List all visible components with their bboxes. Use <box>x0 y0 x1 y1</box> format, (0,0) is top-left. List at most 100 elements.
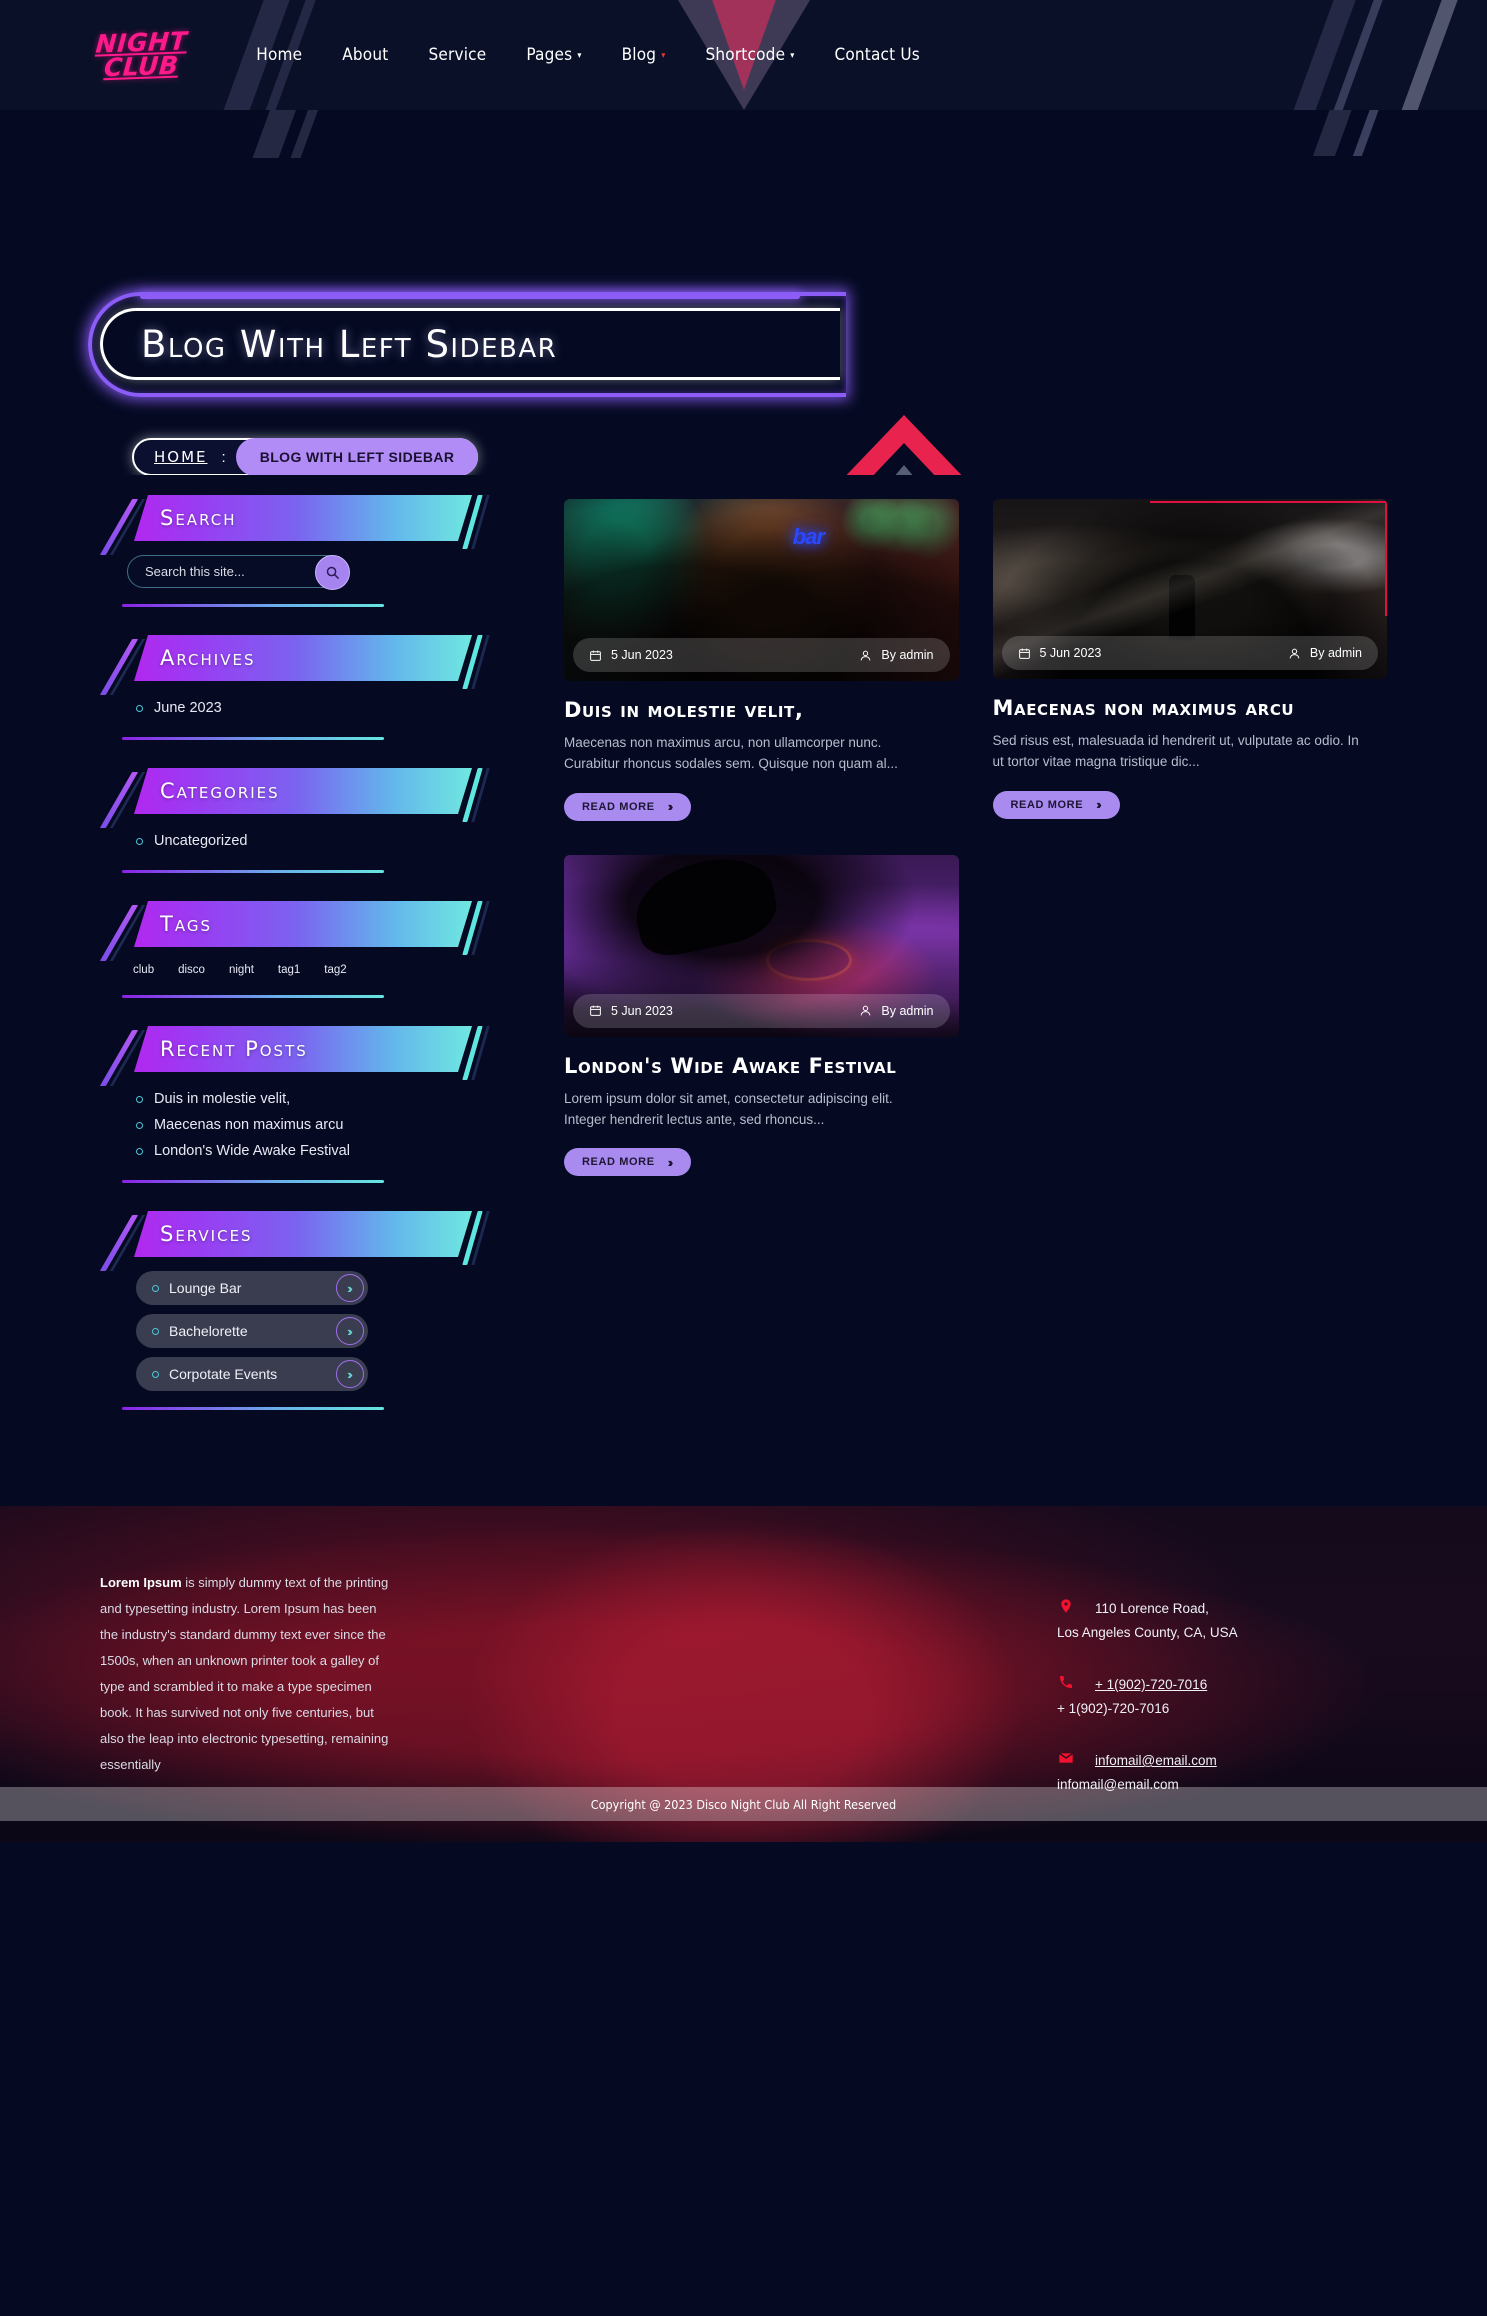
blog-card[interactable]: bar 5 Jun 2023 By admin Duis in molestie… <box>564 499 959 821</box>
widget-divider <box>122 1180 384 1183</box>
bullet-icon <box>136 1095 143 1103</box>
list-item[interactable]: June 2023 <box>122 695 504 721</box>
widget-body: Uncategorized <box>118 814 508 873</box>
footer-email-row: infomail@email.com infomail@email.com <box>1057 1750 1387 1792</box>
footer-address-line: 110 Lorence Road, <box>1057 1598 1387 1619</box>
widget-header: Services <box>99 1211 508 1271</box>
calendar-icon <box>1018 648 1030 659</box>
post-thumbnail[interactable]: 5 Jun 2023 By admin <box>992 499 1387 679</box>
nav-label: About <box>342 45 389 65</box>
double-chevron-right-icon: ›› <box>336 1360 364 1388</box>
post-title[interactable]: Duis in molestie velit, <box>564 697 959 724</box>
post-author-label: By admin <box>881 648 934 662</box>
nav-item-contact-us[interactable]: Contact Us <box>834 45 920 65</box>
widget-divider <box>122 870 384 873</box>
footer-phone-1[interactable]: + 1(902)-720-7016 <box>1095 1677 1207 1692</box>
blog-card[interactable]: 5 Jun 2023 By admin London's Wide Awake … <box>564 854 959 1177</box>
phone-glyph <box>1060 1676 1072 1688</box>
post-image-turntable <box>765 939 852 982</box>
tag-item[interactable]: tag2 <box>317 961 353 979</box>
post-author: By admin <box>859 1004 934 1018</box>
header-decor-stripe <box>1383 0 1469 110</box>
list-item[interactable]: London's Wide Awake Festival <box>122 1138 504 1164</box>
read-more-button[interactable]: READ MORE ›› <box>992 790 1120 819</box>
service-item-bachelorette[interactable]: Bachelorette ›› <box>136 1314 368 1348</box>
nav-item-shortcode[interactable]: Shortcode ▾ <box>705 45 794 65</box>
breadcrumb-home-link[interactable]: HOME <box>154 448 208 466</box>
list-item[interactable]: Duis in molestie velit, <box>122 1086 504 1112</box>
widget-divider <box>122 737 384 740</box>
copyright-text: Copyright @ 2023 Disco Night Club All Ri… <box>590 1796 897 1812</box>
nav-label: Blog <box>621 45 657 65</box>
post-author: By admin <box>1288 646 1362 660</box>
service-item-corpotate-events[interactable]: Corpotate Events ›› <box>136 1357 368 1391</box>
widget-header-bar: Categories <box>134 768 472 814</box>
post-thumbnail[interactable]: 5 Jun 2023 By admin <box>564 854 959 1037</box>
envelope-icon <box>1057 1750 1075 1771</box>
post-thumbnail[interactable]: bar 5 Jun 2023 By admin <box>564 499 959 681</box>
breadcrumb-separator: : <box>221 448 226 466</box>
nav-item-about[interactable]: About <box>342 45 388 65</box>
nav-item-home[interactable]: Home <box>256 45 302 65</box>
category-label: Uncategorized <box>154 833 248 849</box>
services-list: Lounge Bar ›› Bachelorette ›› Corpotate … <box>122 1271 504 1391</box>
search-submit-button[interactable] <box>315 555 350 590</box>
post-excerpt: Sed risus est, malesuada id hendrerit ut… <box>992 732 1359 769</box>
post-date: 5 Jun 2023 <box>589 1004 673 1018</box>
site-footer: Lorem Ipsum is simply dummy text of the … <box>0 1506 1487 1842</box>
post-title[interactable]: London's Wide Awake Festival <box>564 1053 959 1080</box>
search-box <box>127 555 350 590</box>
user-icon <box>861 650 871 660</box>
widget-archives: Archives June 2023 <box>99 635 508 740</box>
recent-posts-list: Duis in molestie velit, Maecenas non max… <box>122 1086 504 1164</box>
search-input[interactable] <box>145 564 305 579</box>
chevron-down-icon: ▾ <box>661 51 666 61</box>
recent-post-label: London's Wide Awake Festival <box>154 1143 350 1159</box>
read-more-button[interactable]: READ MORE ›› <box>564 792 692 821</box>
list-item[interactable]: Maecenas non maximus arcu <box>122 1112 504 1138</box>
widget-header-bar: Tags <box>134 901 472 947</box>
calendar-icon <box>590 650 601 661</box>
service-item-lounge-bar[interactable]: Lounge Bar ›› <box>136 1271 368 1305</box>
nav-label: Home <box>256 45 303 65</box>
hero-decor-stripe <box>252 110 298 158</box>
tag-item[interactable]: night <box>222 961 261 979</box>
read-more-button[interactable]: READ MORE ›› <box>564 1148 692 1177</box>
bullet-icon <box>136 704 143 712</box>
nav-item-pages[interactable]: Pages ▾ <box>526 45 581 65</box>
tag-item[interactable]: tag1 <box>271 961 307 979</box>
site-logo[interactable]: NIGHT CLUB <box>93 26 189 83</box>
list-item[interactable]: Uncategorized <box>122 828 504 854</box>
tag-item[interactable]: disco <box>171 961 212 979</box>
footer-email-1[interactable]: infomail@email.com <box>1095 1753 1217 1768</box>
read-more-label: READ MORE <box>582 800 655 813</box>
location-pin-glyph <box>1061 1599 1071 1613</box>
recent-post-label: Maecenas non maximus arcu <box>154 1117 344 1133</box>
nav-label: Pages <box>526 45 573 65</box>
widget-categories: Categories Uncategorized <box>99 768 508 873</box>
post-image-red-accent-frame <box>1150 501 1387 617</box>
widget-title: Search <box>160 506 237 530</box>
post-title[interactable]: Maecenas non maximus arcu <box>993 695 1388 722</box>
widget-title: Tags <box>160 912 212 936</box>
widget-header-bar: Services <box>134 1211 472 1257</box>
nav-item-service[interactable]: Service <box>428 45 486 65</box>
archive-label: June 2023 <box>154 700 222 716</box>
footer-phone-line: + 1(902)-720-7016 <box>1057 1674 1387 1695</box>
post-excerpt: Lorem ipsum dolor sit amet, consectetur … <box>564 1090 893 1127</box>
widget-divider <box>122 1407 384 1410</box>
footer-address-line-2: Los Angeles County, CA, USA <box>1057 1625 1238 1640</box>
widget-header-bar: Search <box>134 495 472 541</box>
post-date-label: 5 Jun 2023 <box>1039 646 1102 660</box>
tag-item[interactable]: club <box>126 961 161 979</box>
read-more-label: READ MORE <box>582 1156 655 1169</box>
chevron-down-icon: ▾ <box>577 51 582 61</box>
widget-body <box>118 541 508 607</box>
double-chevron-right-icon: ›› <box>336 1274 364 1302</box>
service-label: Lounge Bar <box>169 1280 242 1296</box>
logo-line-2: CLUB <box>103 50 180 83</box>
nav-item-blog[interactable]: Blog ▾ <box>622 45 666 65</box>
widget-header-bar: Archives <box>134 635 472 681</box>
footer-phone-2[interactable]: + 1(902)-720-7016 <box>1057 1701 1387 1716</box>
blog-card[interactable]: 5 Jun 2023 By admin Maecenas non maximus… <box>992 499 1388 821</box>
